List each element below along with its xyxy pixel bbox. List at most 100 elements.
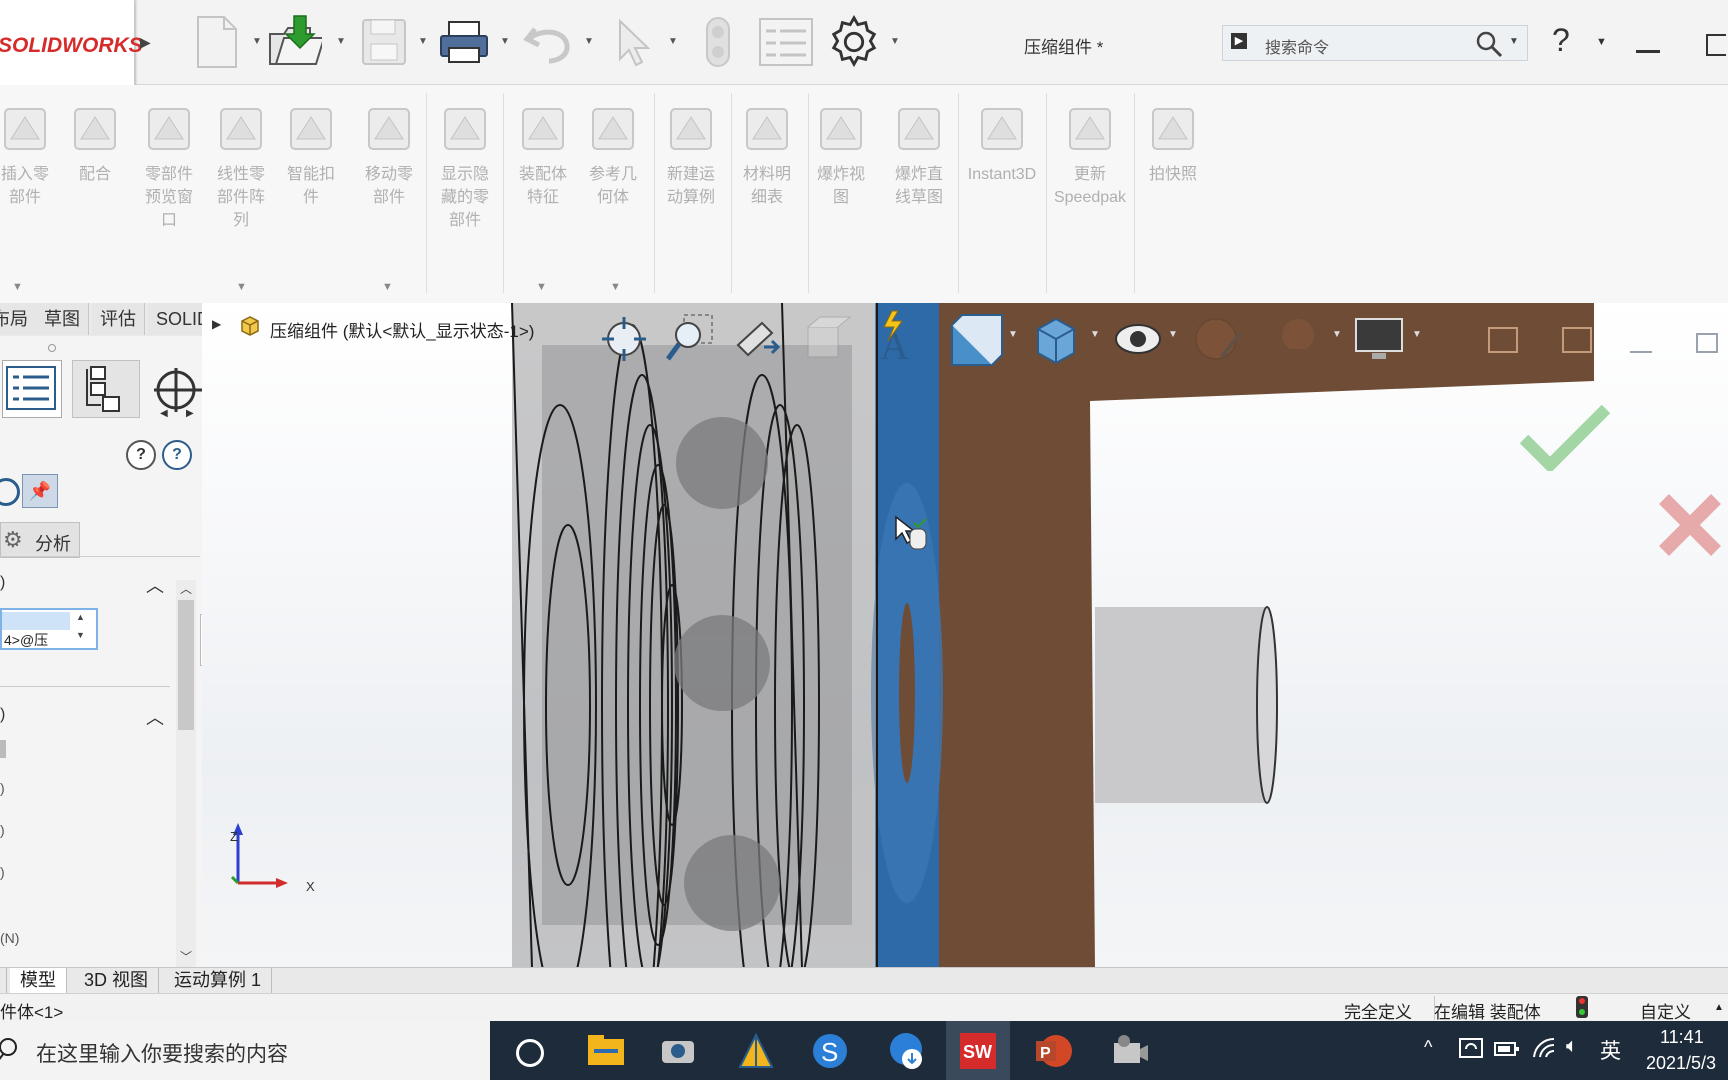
viewport-split-icon[interactable] <box>1562 327 1592 353</box>
ribbon-button-instant3d[interactable]: Instant3D <box>962 99 1042 186</box>
zoom-to-fit-icon[interactable] <box>598 313 650 365</box>
assembly-icon[interactable] <box>238 313 262 337</box>
taskbar-clock-time[interactable]: 11:41 <box>1660 1027 1704 1048</box>
help-icon[interactable]: ? <box>1552 22 1570 59</box>
apply-scene-icon[interactable] <box>1272 313 1324 365</box>
options-gear-icon[interactable] <box>826 12 882 72</box>
ribbon-dropdown-icon[interactable]: ▼ <box>610 281 621 293</box>
tab-model[interactable]: 模型 <box>10 968 67 993</box>
geometry-tool-icon[interactable] <box>736 1031 776 1071</box>
tab-scroll-handle[interactable] <box>2 968 7 993</box>
file-explorer-icon[interactable] <box>586 1031 626 1071</box>
ribbon-button-insert-component[interactable]: 插入零 部件 <box>0 99 54 209</box>
ribbon-button-explode-line-sketch[interactable]: 爆炸直 线草图 <box>886 99 952 209</box>
search-commands-input[interactable]: ▶ 搜索命令 ▼ <box>1222 25 1528 61</box>
pin-icon[interactable]: 📌 <box>22 474 58 508</box>
undo-circle-icon[interactable] <box>0 478 20 506</box>
collapse-group-icon[interactable]: ︿ <box>146 704 164 730</box>
tab-sketch[interactable]: 草图 <box>36 303 89 335</box>
selection-list-field[interactable]: 4>@压 ▲ ▼ <box>0 608 98 650</box>
analysis-tab[interactable]: ⚙ 分析 <box>0 522 80 558</box>
viewport-restore-icon[interactable] <box>1696 333 1718 353</box>
hide-show-items-icon[interactable] <box>1112 313 1164 365</box>
tab-3d-view[interactable]: 3D 视图 <box>74 968 160 993</box>
remote-app-icon[interactable] <box>658 1031 698 1071</box>
new-document-icon[interactable] <box>188 12 244 72</box>
menu-expand-arrow-icon[interactable]: ▶ <box>140 34 151 51</box>
taskbar-search-box[interactable]: 在这里输入你要搜索的内容 <box>0 1021 490 1080</box>
hide-show-dropdown-icon[interactable]: ▼ <box>1168 329 1178 340</box>
cortana-icon[interactable] <box>516 1039 544 1067</box>
tab-evaluate[interactable]: 评估 <box>92 303 145 335</box>
display-style-icon[interactable] <box>1030 313 1082 365</box>
ime-indicator[interactable]: 英 <box>1600 1035 1621 1065</box>
save-dropdown-icon[interactable]: ▼ <box>418 36 428 47</box>
option-marker[interactable] <box>0 740 6 758</box>
configuration-manager-tab-icon[interactable] <box>150 364 202 412</box>
graphics-area[interactable]: Z X ▶ 压缩组件 (默认<默认_显示状态-1>) A ▼ ▼ ▼ ▼ ▼ <box>202 303 1728 968</box>
tree-expand-icon[interactable]: ▶ <box>212 317 221 331</box>
panel-grip[interactable] <box>48 344 56 352</box>
feature-manager-tab-icon[interactable] <box>2 360 62 418</box>
file-properties-icon[interactable] <box>758 12 814 72</box>
section-view-icon[interactable] <box>800 313 852 365</box>
solidworks-logo[interactable]: SOLIDWORKS <box>0 0 143 88</box>
onedrive-sync-icon[interactable] <box>1458 1037 1484 1061</box>
viewport-minimize-icon[interactable] <box>1630 351 1652 353</box>
ribbon-button-snapshot[interactable]: 拍快照 <box>1144 99 1202 186</box>
whats-wrong-help-icon[interactable]: ? <box>126 440 156 470</box>
previous-view-icon[interactable] <box>732 313 784 365</box>
display-style-dropdown-icon[interactable]: ▼ <box>1090 329 1100 340</box>
ribbon-button-speedpak[interactable]: 更新 Speedpak <box>1050 99 1130 209</box>
ribbon-dropdown-icon[interactable]: ▼ <box>236 281 247 293</box>
powerpoint-icon[interactable]: P <box>1034 1031 1074 1071</box>
field-up-icon[interactable]: ▲ <box>76 612 85 622</box>
zoom-to-area-icon[interactable] <box>664 313 716 365</box>
print-icon[interactable] <box>436 12 492 72</box>
view-orientation-icon[interactable] <box>946 311 1006 369</box>
rebuild-icon[interactable] <box>690 12 746 72</box>
dynamic-annotation-icon[interactable]: A <box>872 309 924 368</box>
undo-dropdown-icon[interactable]: ▼ <box>584 36 594 47</box>
panel-scrollbar[interactable]: ︿ ﹀ <box>176 580 196 970</box>
ribbon-button-show-hidden[interactable]: 显示隐 藏的零 部件 <box>434 99 496 232</box>
ribbon-button-reference-geometry[interactable]: 参考几 何体 <box>582 99 644 209</box>
units-custom[interactable]: 自定义 <box>1640 998 1691 1023</box>
view-settings-icon[interactable] <box>1352 313 1408 365</box>
sogou-icon[interactable]: S <box>810 1031 850 1071</box>
ribbon-button-bom[interactable]: 材料明 细表 <box>736 99 798 209</box>
ribbon-button-assembly-features[interactable]: 装配体 特征 <box>512 99 574 209</box>
help-dropdown-icon[interactable]: ▼ <box>1596 36 1607 48</box>
search-dropdown-icon[interactable]: ▼ <box>1509 36 1519 47</box>
save-icon[interactable] <box>356 12 412 72</box>
scroll-up-icon[interactable]: ︿ <box>180 580 192 597</box>
viewport-single-icon[interactable] <box>1488 327 1518 353</box>
confirm-cancel-icon[interactable] <box>1654 489 1726 561</box>
ribbon-button-linear-pattern[interactable]: 线性零 部件阵 列 <box>212 99 270 232</box>
field-down-icon[interactable]: ▼ <box>76 630 85 640</box>
command-prompt-icon[interactable]: ▶ <box>1231 33 1247 49</box>
view-orientation-dropdown-icon[interactable]: ▼ <box>1008 329 1018 340</box>
option-row[interactable]: ) <box>0 822 5 838</box>
ribbon-button-move-component[interactable]: 移动零 部件 <box>356 99 422 209</box>
ribbon-button-smart-fasteners[interactable]: 智能扣 件 <box>282 99 340 209</box>
ribbon-button-mate[interactable]: 配合 <box>66 99 124 186</box>
open-document-icon[interactable] <box>266 12 322 72</box>
collapse-group-icon[interactable]: ︿ <box>146 572 164 598</box>
scrollbar-thumb[interactable] <box>178 600 194 730</box>
tab-scroll-left-icon[interactable]: ◀ <box>160 408 168 419</box>
taskbar-clock-date[interactable]: 2021/5/3 <box>1646 1053 1716 1074</box>
help-icon[interactable]: ? <box>162 440 192 470</box>
scroll-down-icon[interactable]: ﹀ <box>180 948 192 965</box>
tab-layout[interactable]: 布局 <box>0 303 37 335</box>
ribbon-button-new-motion-study[interactable]: 新建运 动算例 <box>660 99 722 209</box>
option-row-n[interactable]: (N) <box>0 930 19 946</box>
select-dropdown-icon[interactable]: ▼ <box>668 36 678 47</box>
ribbon-dropdown-icon[interactable]: ▼ <box>382 281 393 293</box>
volume-icon[interactable]: 🔈︎ <box>1566 1035 1578 1058</box>
battery-icon[interactable] <box>1494 1041 1520 1057</box>
undo-icon[interactable] <box>520 12 576 72</box>
apply-scene-dropdown-icon[interactable]: ▼ <box>1332 329 1342 340</box>
wifi-icon[interactable] <box>1532 1037 1556 1061</box>
video-recorder-icon[interactable] <box>1110 1031 1150 1071</box>
